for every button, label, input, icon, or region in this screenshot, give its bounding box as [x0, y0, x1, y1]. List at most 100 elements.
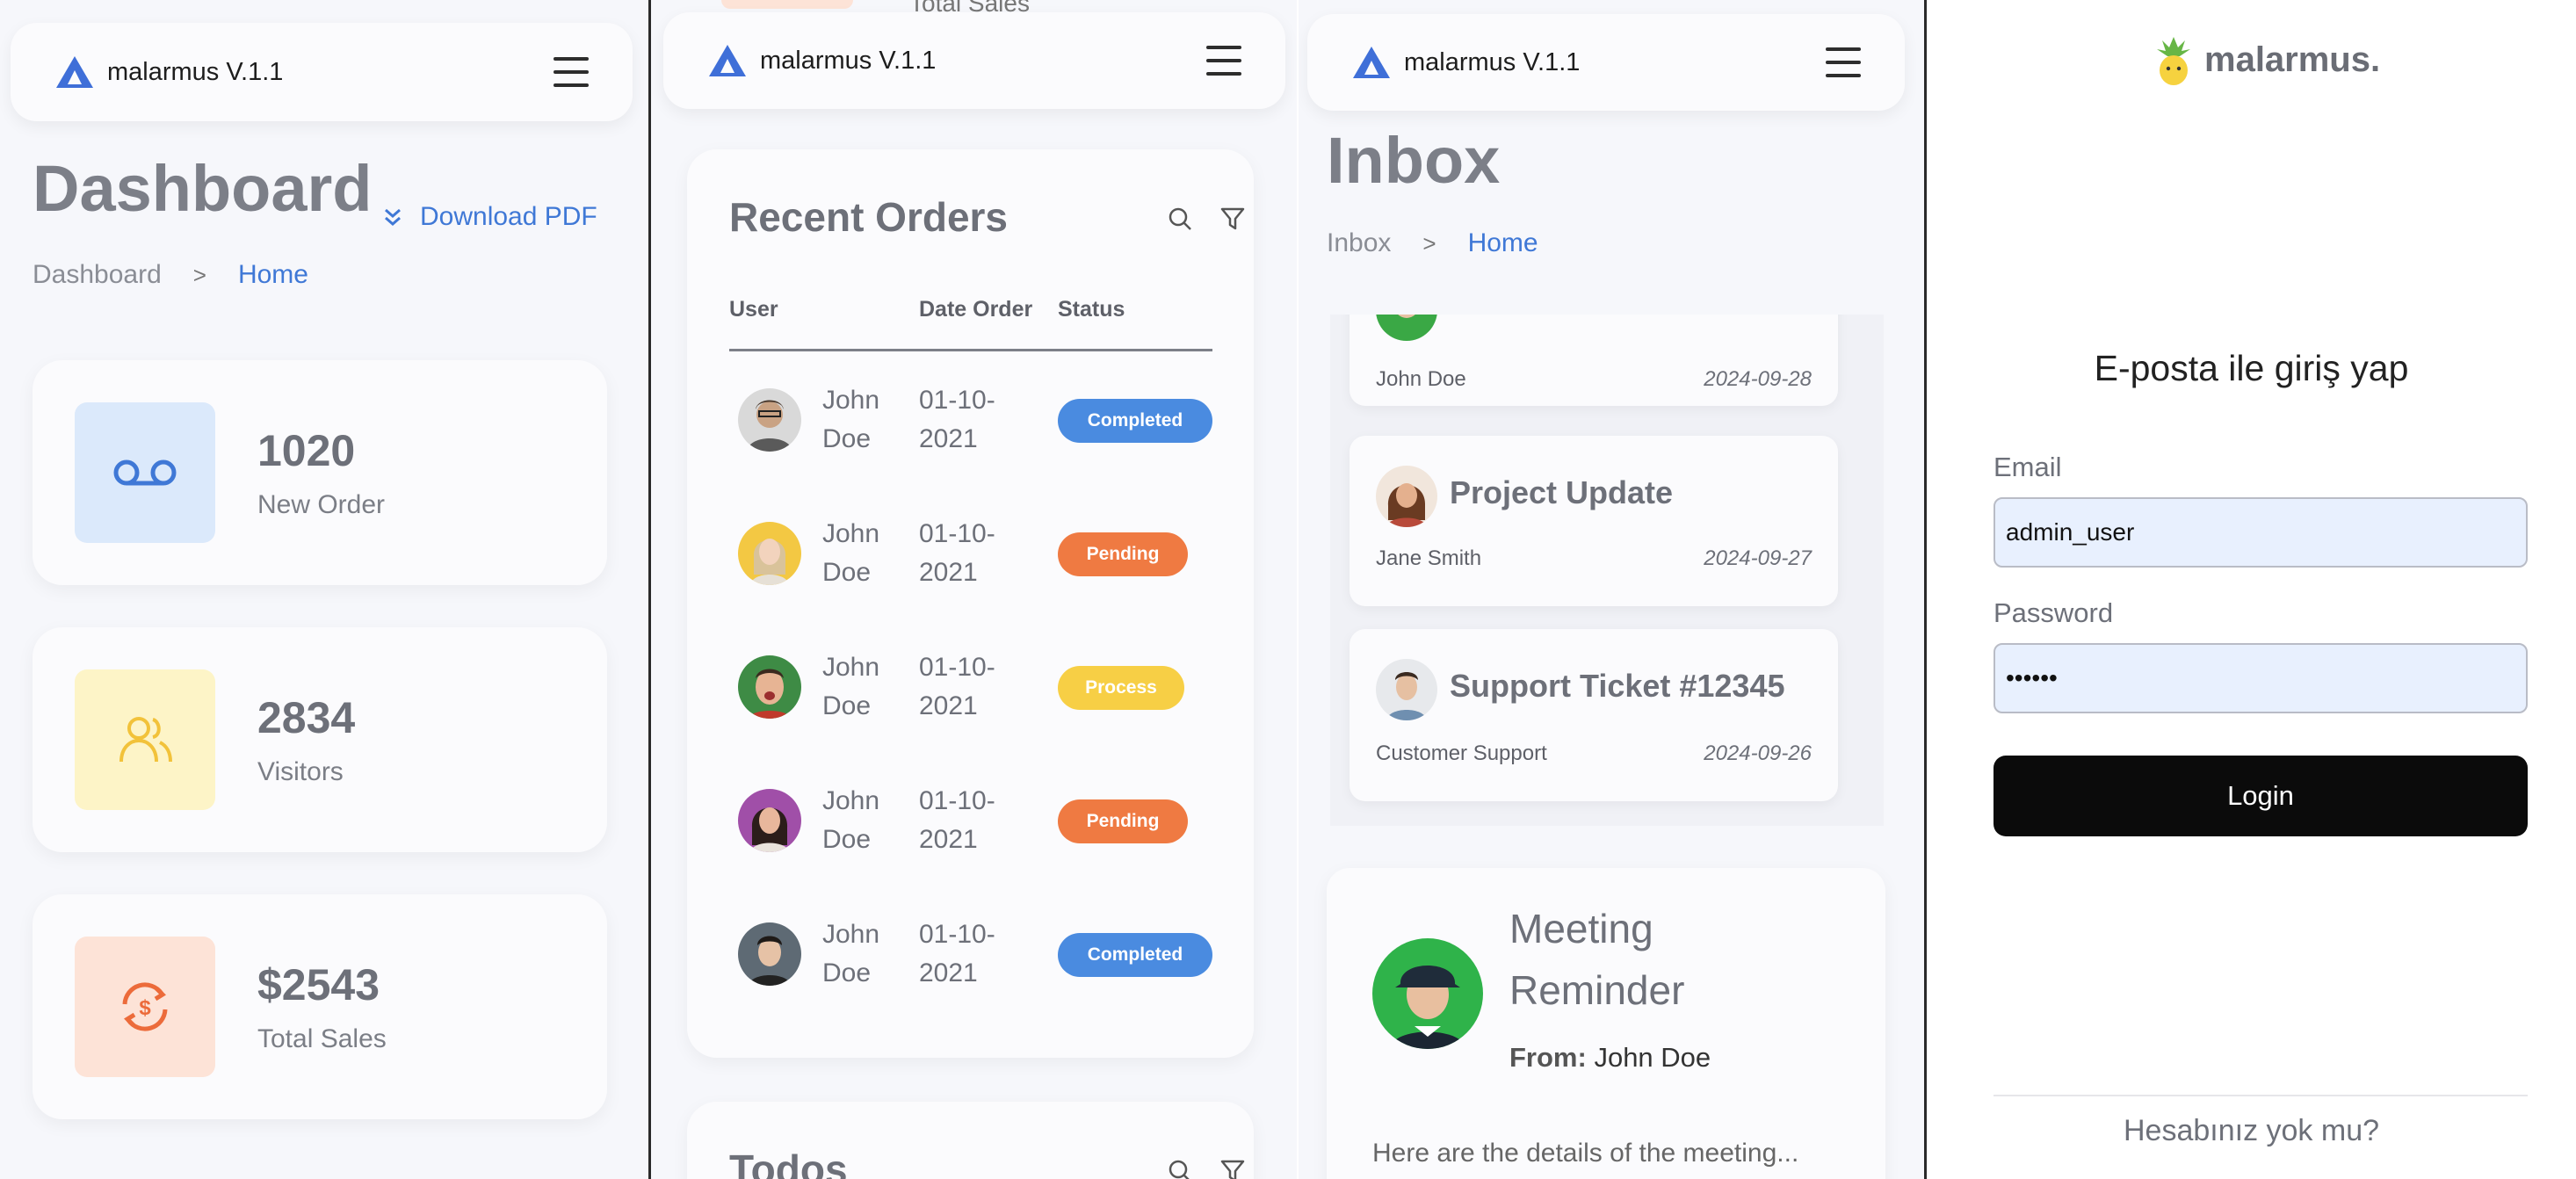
row-user: John Doe — [822, 519, 880, 587]
divider — [1994, 1095, 2528, 1096]
login-button[interactable]: Login — [1994, 756, 2528, 836]
logo-icon — [56, 56, 93, 88]
avatar — [738, 522, 801, 585]
brand[interactable]: malarmus V.1.1 — [707, 43, 936, 78]
table-header: User Date Order Status — [729, 297, 1212, 351]
filter-icon[interactable] — [1219, 206, 1246, 232]
message-subject: Support Ticket #12345 — [1450, 668, 1785, 704]
page-title: Dashboard — [33, 152, 373, 225]
search-icon[interactable] — [1167, 206, 1193, 232]
menu-icon[interactable] — [554, 57, 589, 87]
row-user: John Doe — [822, 786, 880, 854]
recent-orders-card: Recent Orders User Date Order Status Joh… — [687, 149, 1254, 1058]
avatar — [738, 922, 801, 986]
filter-icon[interactable] — [1219, 1158, 1246, 1179]
status-badge: Pending — [1058, 532, 1188, 576]
message-item[interactable]: Support Ticket #12345 Customer Support 2… — [1350, 629, 1838, 801]
voicemail-icon — [113, 459, 177, 486]
table-row[interactable]: John Doe 01-10-2021 Completed — [729, 889, 1212, 1023]
card-title: Recent Orders — [729, 194, 1009, 240]
stat-icon-box: $ — [75, 937, 215, 1077]
top-navbar: malarmus V.1.1 — [11, 23, 633, 121]
column-header-user: User — [729, 297, 778, 322]
status-badge: Process — [1058, 666, 1184, 710]
top-navbar: malarmus V.1.1 — [663, 12, 1285, 109]
message-title: Meeting Reminder — [1509, 906, 1685, 1013]
message-detail-card: Meeting Reminder From: John Doe Here are… — [1327, 868, 1885, 1179]
table-row[interactable]: John Doe 01-10-2021 Pending — [729, 488, 1212, 622]
message-sender: From: John Doe — [1509, 1042, 1711, 1074]
stat-value: 1020 — [257, 426, 356, 475]
breadcrumb-current[interactable]: Home — [238, 260, 308, 290]
app-name: malarmus V.1.1 — [760, 46, 937, 75]
from-name: John Doe — [1594, 1042, 1711, 1073]
column-header-status: Status — [1058, 297, 1125, 322]
stat-icon-box — [721, 0, 853, 9]
breadcrumb: Inbox > Home — [1327, 228, 1538, 258]
search-icon[interactable] — [1167, 1158, 1193, 1179]
message-body: Here are the details of the meeting... — [1372, 1139, 1799, 1168]
avatar — [1376, 315, 1437, 341]
login-heading: E-posta ile giriş yap — [2094, 348, 2409, 388]
menu-icon[interactable] — [1826, 47, 1861, 77]
stat-value: 2834 — [257, 693, 356, 742]
email-field[interactable] — [1994, 497, 2528, 568]
status-badge: Pending — [1058, 799, 1188, 843]
login-brand: malarmus. — [2152, 33, 2380, 86]
avatar — [1376, 466, 1437, 527]
message-item[interactable]: Project Update Jane Smith 2024-09-27 — [1350, 436, 1838, 606]
breadcrumb-current[interactable]: Home — [1468, 228, 1538, 258]
double-chevron-down-icon — [385, 208, 401, 226]
brand[interactable]: malarmus V.1.1 — [54, 54, 283, 90]
dashboard-panel: malarmus V.1.1 Dashboard Download PDF Da… — [0, 0, 648, 1179]
stat-label: Total Sales — [257, 1024, 387, 1053]
row-date: 01-10-2021 — [919, 786, 995, 854]
logo-icon — [709, 45, 746, 76]
stat-card-visitors: 2834 Visitors — [33, 627, 607, 852]
pineapple-logo-icon — [2157, 37, 2190, 85]
app-name: malarmus V.1.1 — [1404, 47, 1581, 76]
stat-value: $2543 — [257, 960, 380, 1009]
menu-icon[interactable] — [1206, 46, 1241, 76]
card-title: Todos — [729, 1146, 848, 1179]
status-badge: Completed — [1058, 933, 1212, 977]
message-date: 2024-09-26 — [1704, 741, 1812, 765]
avatar — [1372, 938, 1483, 1049]
orders-panel: Total Sales malarmus V.1.1 Recent Orders… — [651, 0, 1297, 1179]
breadcrumb: Dashboard > Home — [33, 260, 308, 290]
signup-link[interactable]: Hesabınız yok mu? — [1927, 1114, 2576, 1148]
stat-icon-box — [75, 402, 215, 543]
login-panel: malarmus. E-posta ile giriş yap Email Pa… — [1927, 0, 2576, 1179]
download-pdf-button[interactable]: Download PDF — [383, 202, 597, 232]
message-subject: Project Update — [1450, 474, 1674, 510]
table-row[interactable]: John Doe 01-10-2021 Process — [729, 622, 1212, 756]
svg-text:$: $ — [139, 996, 151, 1020]
message-item[interactable]: John Doe 2024-09-28 — [1350, 315, 1838, 406]
row-user: John Doe — [822, 386, 880, 453]
table-row[interactable]: John Doe 01-10-2021 Completed — [729, 355, 1212, 488]
row-user: John Doe — [822, 653, 880, 720]
message-from: Customer Support — [1376, 741, 1547, 765]
status-badge: Completed — [1058, 399, 1212, 443]
row-date: 01-10-2021 — [919, 386, 995, 453]
download-pdf-label: Download PDF — [420, 202, 597, 231]
breadcrumb-parent[interactable]: Dashboard — [33, 260, 162, 290]
logo-icon — [1353, 47, 1390, 78]
password-field[interactable] — [1994, 643, 2528, 713]
breadcrumb-parent[interactable]: Inbox — [1327, 228, 1391, 258]
avatar — [738, 655, 801, 719]
page-title: Inbox — [1327, 124, 1501, 197]
brand[interactable]: malarmus V.1.1 — [1351, 45, 1580, 80]
todos-card: Todos — [687, 1102, 1254, 1179]
table-row[interactable]: John Doe 01-10-2021 Pending — [729, 756, 1212, 889]
avatar — [738, 789, 801, 852]
message-date: 2024-09-27 — [1704, 546, 1812, 570]
breadcrumb-separator: > — [1422, 229, 1436, 257]
message-list[interactable]: John Doe 2024-09-28 Project Update Jane … — [1330, 315, 1884, 826]
message-from: John Doe — [1376, 367, 1466, 391]
users-icon — [119, 717, 172, 763]
dollar-cycle-icon: $ — [122, 982, 168, 1031]
column-header-date: Date Order — [919, 297, 1033, 322]
message-date: 2024-09-28 — [1704, 367, 1812, 391]
row-user: John Doe — [822, 920, 880, 987]
